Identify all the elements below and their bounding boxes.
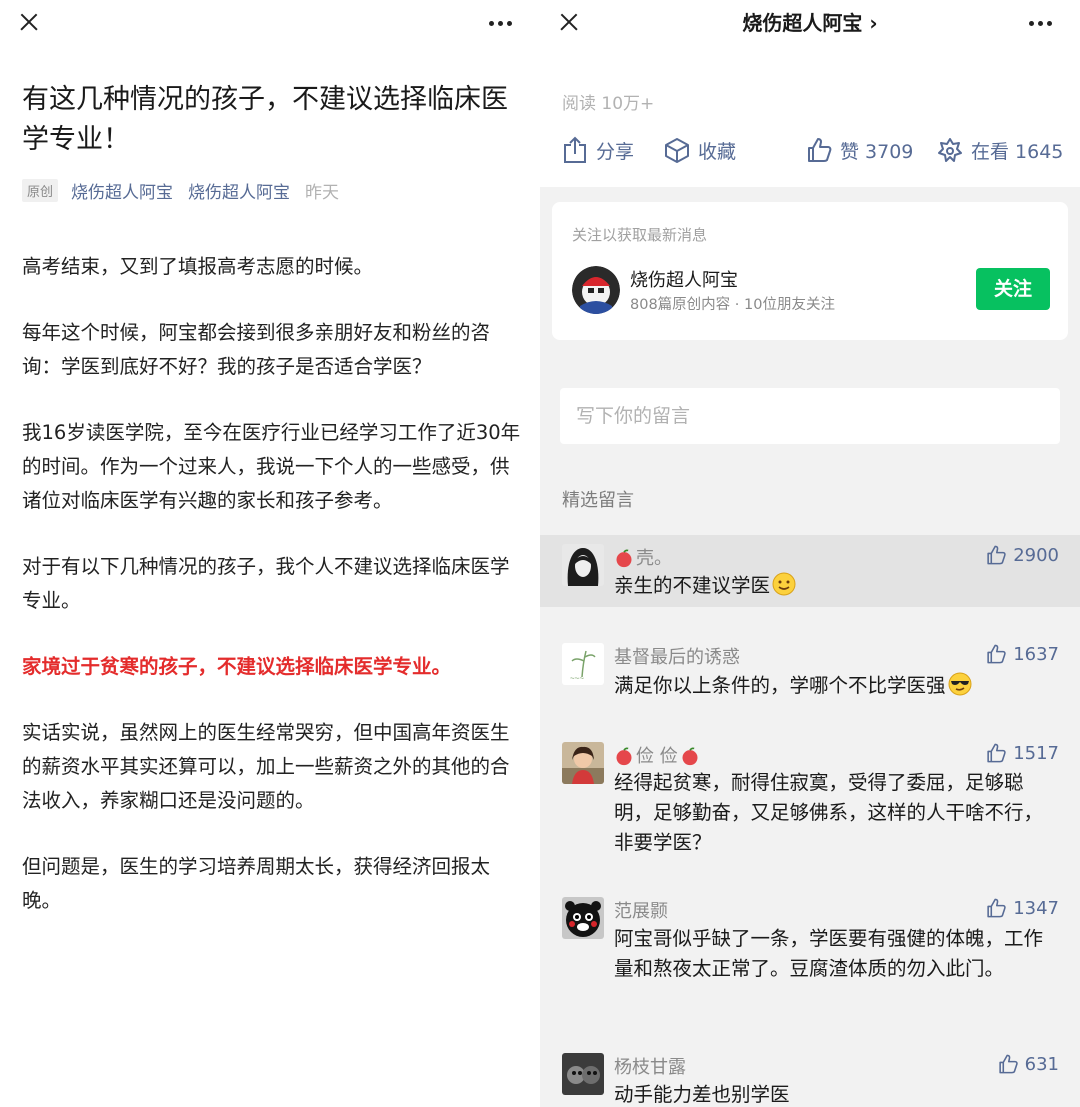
like-count: 赞 3709: [840, 140, 914, 163]
paragraph: 每年这个时候，阿宝都会接到很多亲朋好友和粉丝的咨询：学医到底好不好？我的孩子是否…: [22, 321, 491, 378]
comment-like-button[interactable]: 1517: [985, 742, 1059, 764]
comment-like-button[interactable]: 1637: [985, 643, 1059, 665]
comment-like-button[interactable]: 631: [997, 1053, 1059, 1075]
commenter-name: 杨枝甘露: [614, 1057, 686, 1078]
comment-item[interactable]: 俭 俭 1517 经得起贫寒，耐得住寂寞，受得了委屈，足够聪明，足够勤奋，又足够…: [540, 733, 1080, 863]
comment-item[interactable]: 杨枝甘露 631 动手能力差也别学医: [540, 1044, 1080, 1107]
thumbs-up-icon: [998, 1054, 1018, 1074]
comment-text: 亲生的不建议学医: [614, 571, 1054, 601]
comment-text: 动手能力差也别学医: [614, 1083, 790, 1106]
comments-panel: 烧伤超人阿宝 › 阅读 10万+ 分享 收藏 赞 3709 在看 1645 关注…: [540, 0, 1080, 1107]
commenter-avatar[interactable]: ~~~: [562, 643, 604, 685]
commenter-name: 基督最后的诱惑: [614, 647, 740, 668]
thumbs-up-icon: [987, 545, 1006, 565]
comment-like-button[interactable]: 1347: [985, 897, 1059, 919]
account-stats: 808篇原创内容 · 10位朋友关注: [630, 297, 835, 313]
account-link[interactable]: 烧伤超人阿宝: [188, 178, 290, 203]
original-tag: 原创: [22, 179, 59, 202]
paragraph: 高考结束，又到了填报高考志愿的时候。: [22, 255, 374, 278]
article-footer: 烧伤超人阿宝 › 阅读 10万+ 分享 收藏 赞 3709 在看 1645: [540, 0, 1080, 187]
apple-icon: [616, 747, 632, 766]
apple-icon: [616, 549, 632, 568]
comment-box[interactable]: [560, 388, 1060, 444]
account-name[interactable]: 烧伤超人阿宝: [630, 266, 738, 292]
paragraph: 实话实说，虽然网上的医生经常哭穷，但中国高年资医生的薪资水平其实还算可以，加上一…: [22, 721, 510, 812]
article-title: 有这几种情况的孩子，不建议选择临床医学专业！: [22, 84, 508, 155]
highlight-heading: 家境过于贫寒的孩子，不建议选择临床医学专业。: [22, 655, 452, 678]
commenter-avatar[interactable]: [562, 544, 604, 586]
share-button[interactable]: 分享: [562, 136, 634, 164]
watching-count: 在看 1645: [971, 140, 1064, 163]
commenter-avatar[interactable]: [562, 1053, 604, 1095]
follow-card: 关注以获取最新消息 烧伤超人阿宝 808篇原创内容 · 10位朋友关注 关注: [552, 202, 1068, 340]
author-link[interactable]: 烧伤超人阿宝: [71, 178, 173, 203]
account-avatar[interactable]: [572, 266, 620, 314]
comment-text: 满足你以上条件的，学哪个不比学医强: [614, 671, 1054, 701]
smile-emoji-icon: [772, 572, 796, 596]
comment-item[interactable]: ~~~ 基督最后的诱惑 1637 满足你以上条件的，学哪个不比学医强: [540, 634, 1080, 706]
apple-icon: [682, 747, 698, 766]
thumbs-up-icon: [987, 898, 1006, 918]
more-icon[interactable]: [1029, 10, 1059, 36]
favorite-label: 收藏: [698, 140, 737, 163]
comment-item[interactable]: 壳。 2900 亲生的不建议学医: [540, 535, 1080, 607]
like-button[interactable]: 赞 3709: [806, 136, 913, 164]
action-bar: 分享 收藏 赞 3709 在看 1645: [562, 136, 1063, 170]
commenter-name: 范展颢: [614, 901, 668, 922]
comment-text: 经得起贫寒，耐得住寂寞，受得了委屈，足够聪明，足够勤奋，又足够佛系，这样的人干啥…: [614, 771, 1044, 854]
paragraph: 对于有以下几种情况的孩子，我个人不建议选择临床医学专业。: [22, 555, 510, 612]
publish-date: 昨天: [305, 183, 340, 203]
thumbs-up-icon: [987, 743, 1006, 763]
article-panel: 有这几种情况的孩子，不建议选择临床医学专业！ 原创 烧伤超人阿宝 烧伤超人阿宝 …: [0, 0, 540, 1107]
close-icon[interactable]: [16, 10, 46, 36]
comment-like-button[interactable]: 2900: [985, 544, 1059, 566]
svg-text:~~~: ~~~: [570, 674, 584, 683]
more-icon[interactable]: [489, 10, 519, 36]
watching-icon: [938, 138, 962, 162]
article-body: 高考结束，又到了填报高考志愿的时候。 每年这个时候，阿宝都会接到很多亲朋好友和粉…: [22, 250, 522, 950]
sunglasses-emoji-icon: [948, 672, 972, 696]
comment-like-count: 1517: [1013, 742, 1059, 764]
featured-comments-label: 精选留言: [562, 490, 634, 511]
paragraph: 但问题是，医生的学习培养周期太长，获得经济回报太晚。: [22, 855, 491, 912]
article-meta: 原创 烧伤超人阿宝 烧伤超人阿宝 昨天: [22, 178, 339, 203]
commenter-avatar[interactable]: [562, 897, 604, 939]
read-count: 阅读 10万+: [562, 94, 655, 114]
comment-like-count: 2900: [1013, 544, 1059, 566]
comment-item[interactable]: 范展颢 1347 阿宝哥似乎缺了一条，学医要有强健的体魄，工作量和熬夜太正常了。…: [540, 888, 1080, 1018]
thumbs-up-icon: [808, 138, 832, 162]
watching-button[interactable]: 在看 1645: [937, 136, 1063, 164]
favorite-button[interactable]: 收藏: [664, 136, 736, 164]
commenter-name: 壳。: [614, 544, 672, 570]
follow-button[interactable]: 关注: [976, 268, 1050, 310]
comment-input[interactable]: [560, 388, 1060, 444]
share-icon: [564, 136, 586, 163]
comment-like-count: 1347: [1013, 897, 1059, 919]
follow-hint: 关注以获取最新消息: [572, 226, 708, 244]
thumbs-up-icon: [987, 644, 1006, 664]
share-label: 分享: [596, 140, 635, 163]
comment-text: 阿宝哥似乎缺了一条，学医要有强健的体魄，工作量和熬夜太正常了。豆腐渣体质的勿入此…: [614, 927, 1044, 980]
commenter-avatar[interactable]: [562, 742, 604, 784]
account-title-link[interactable]: 烧伤超人阿宝 ›: [540, 8, 1080, 38]
comment-like-count: 631: [1024, 1053, 1059, 1075]
commenter-name: 俭 俭: [614, 742, 700, 768]
paragraph: 我16岁读医学院，至今在医疗行业已经学习工作了近30年的时间。作为一个过来人，我…: [22, 421, 521, 512]
cube-icon: [665, 138, 689, 163]
comment-like-count: 1637: [1013, 643, 1059, 665]
